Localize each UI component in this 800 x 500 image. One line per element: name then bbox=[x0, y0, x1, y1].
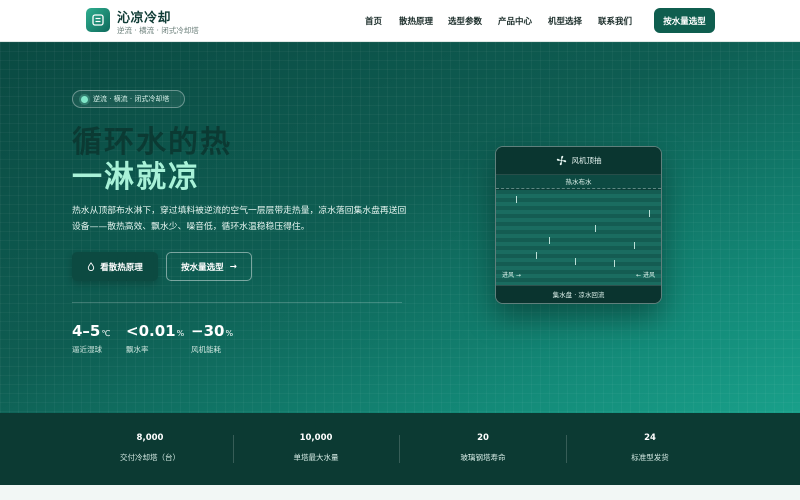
stats-bar-label: 交付冷却塔（台） bbox=[120, 453, 180, 462]
water-drop bbox=[595, 225, 596, 232]
basin-label: 集水盘 · 凉水回流 bbox=[496, 285, 661, 303]
hot-water-distribution-label: 热水布水 bbox=[496, 175, 661, 189]
water-drop bbox=[536, 252, 537, 259]
stat-unit: ℃ bbox=[101, 329, 111, 338]
hero-description: 热水从顶部布水淋下，穿过填料被逆流的空气一层层带走热量，凉水落回集水盘再送回设备… bbox=[72, 206, 407, 232]
select-by-flow-button[interactable]: 按水量选型 bbox=[654, 8, 715, 33]
cooling-tower-diagram: 风机顶抽 热水布水 进风 → ← 进风 集水盘 · 凉水回流 bbox=[495, 146, 662, 304]
product-type-pill: 逆流 · 横流 · 闭式冷却塔 bbox=[72, 90, 185, 108]
stat-value: 4–5 bbox=[72, 322, 101, 340]
stat-unit: % bbox=[225, 329, 234, 338]
view-principle-label: 看散热原理 bbox=[100, 262, 143, 273]
stats-bar-label: 玻璃钢塔寿命 bbox=[460, 453, 506, 462]
stats-bar-item: 24 标准型发货 bbox=[567, 433, 733, 463]
stat-label: 风机能耗 bbox=[191, 345, 221, 354]
nav-item-home[interactable]: 首页 bbox=[365, 15, 382, 27]
stats-bar-value: 24 bbox=[644, 433, 656, 443]
site-header: 沁凉冷却 逆流 · 横流 · 闭式冷却塔 首页 散热原理 选型参数 产品中心 机… bbox=[0, 0, 800, 42]
stat-approach: 4–5℃ 逼近湿球 bbox=[72, 322, 110, 355]
stats-bar: 8,000 交付冷却塔（台） 10,000 单塔最大水量 20 玻璃钢塔寿命 2… bbox=[0, 413, 800, 485]
pill-text: 逆流 · 横流 · 闭式冷却塔 bbox=[93, 95, 170, 103]
stat-drift: <0.01% 飘水率 bbox=[126, 322, 184, 355]
water-drop bbox=[614, 260, 615, 267]
stats-bar-item: 8,000 交付冷却塔（台） bbox=[67, 433, 233, 463]
stats-bar-label: 单塔最大水量 bbox=[293, 453, 339, 462]
stat-value: <0.01 bbox=[126, 322, 176, 340]
hero-divider bbox=[72, 302, 402, 303]
brand-tagline: 逆流 · 横流 · 闭式冷却塔 bbox=[117, 26, 199, 35]
air-inlet-left-label: 进风 → bbox=[502, 272, 521, 279]
view-principle-button[interactable]: 看散热原理 bbox=[72, 252, 158, 281]
stat-fan-energy: −30% 风机能耗 bbox=[191, 322, 233, 355]
water-drop-icon bbox=[88, 262, 95, 271]
hero-title-line2: 一淋就凉 bbox=[72, 160, 200, 195]
nav-item-principle[interactable]: 散热原理 bbox=[399, 15, 433, 27]
stats-bar-item: 10,000 单塔最大水量 bbox=[233, 433, 399, 463]
hero-select-label: 按水量选型 bbox=[181, 262, 224, 273]
status-dot-icon bbox=[81, 96, 88, 103]
fan-header: 风机顶抽 bbox=[496, 147, 661, 175]
brand-name[interactable]: 沁凉冷却 bbox=[117, 7, 171, 26]
water-drop bbox=[549, 237, 550, 244]
stats-bar-item: 20 玻璃钢塔寿命 bbox=[400, 433, 566, 463]
stat-unit: % bbox=[176, 329, 185, 338]
fan-header-label: 风机顶抽 bbox=[571, 156, 602, 165]
arrow-right-icon: → bbox=[229, 261, 237, 272]
stats-bar-value: 20 bbox=[477, 433, 489, 443]
stat-label: 逼近湿球 bbox=[72, 345, 102, 354]
air-inlet-right-label: ← 进风 bbox=[636, 272, 655, 279]
stats-bar-label: 标准型发货 bbox=[631, 453, 669, 462]
water-drop bbox=[649, 210, 650, 217]
stat-label: 飘水率 bbox=[126, 345, 149, 354]
water-drop bbox=[575, 258, 576, 265]
hero-select-by-flow-button[interactable]: 按水量选型 → bbox=[166, 252, 252, 281]
nav-item-models[interactable]: 机型选择 bbox=[548, 15, 582, 27]
hero-section: 逆流 · 横流 · 闭式冷却塔 循环水的热 一淋就凉 热水从顶部布水淋下，穿过填… bbox=[0, 42, 800, 413]
logo-icon[interactable] bbox=[86, 8, 110, 32]
water-drop bbox=[634, 242, 635, 249]
stat-value: −30 bbox=[191, 322, 225, 340]
fan-icon bbox=[556, 155, 566, 166]
stats-bar-value: 10,000 bbox=[299, 433, 333, 443]
nav-item-products[interactable]: 产品中心 bbox=[498, 15, 532, 27]
water-drop bbox=[516, 196, 517, 203]
stats-bar-value: 8,000 bbox=[136, 433, 164, 443]
nav-item-parameters[interactable]: 选型参数 bbox=[448, 15, 482, 27]
nav-item-contact[interactable]: 联系我们 bbox=[598, 15, 632, 27]
next-section-edge bbox=[0, 485, 800, 500]
